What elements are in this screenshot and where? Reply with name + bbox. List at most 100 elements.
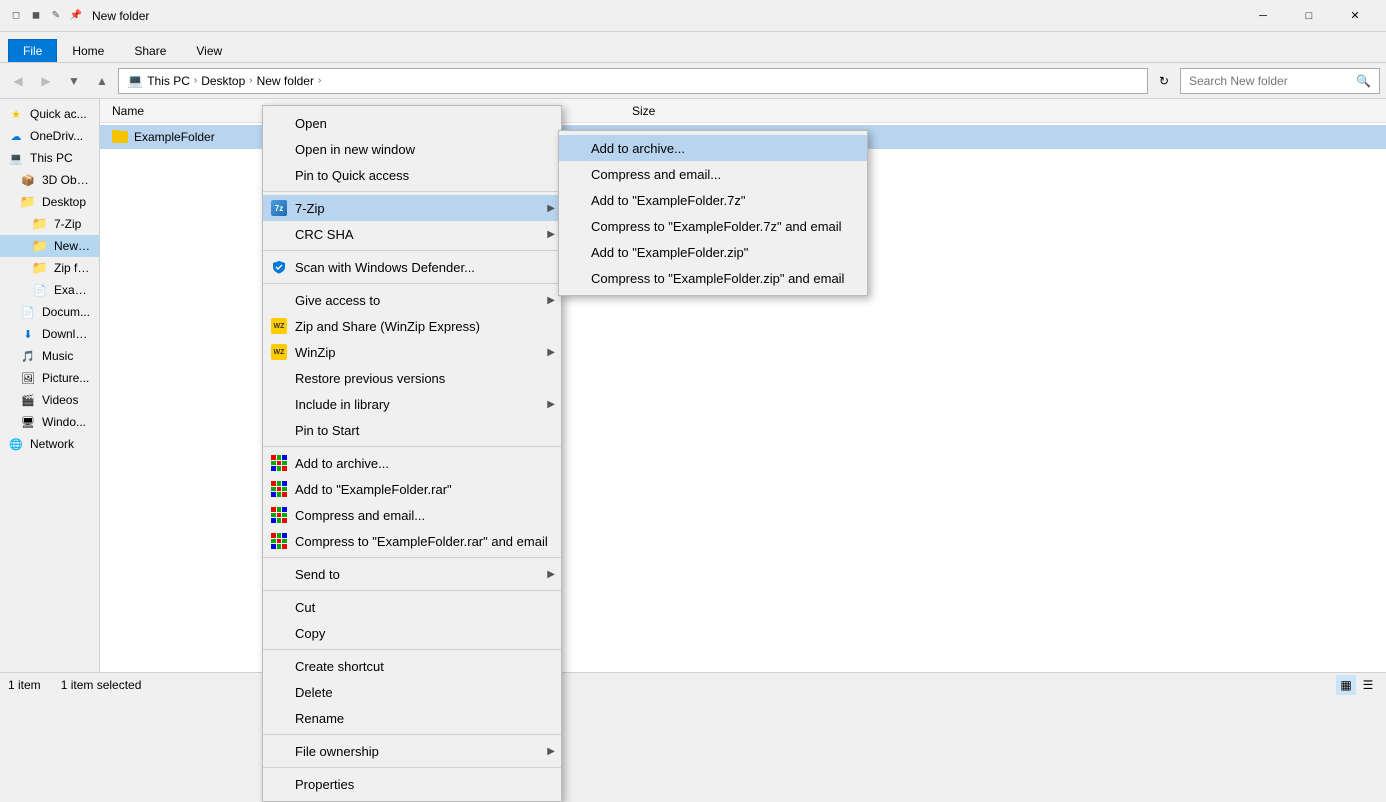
sidebar-item-quick-access[interactable]: ★ Quick ac...: [0, 103, 99, 125]
tab-home[interactable]: Home: [57, 39, 119, 62]
menu-item-add-to-rar[interactable]: Add to "ExampleFolder.rar": [263, 476, 561, 502]
submenu-item-add-zip[interactable]: Add to "ExampleFolder.zip": [559, 239, 867, 265]
maximize-button[interactable]: □: [1286, 0, 1332, 32]
menu-separator-2: [263, 250, 561, 251]
menu-item-compress-rar-email[interactable]: Compress to "ExampleFolder.rar" and emai…: [263, 528, 561, 554]
menu-item-create-shortcut[interactable]: Create shortcut: [263, 653, 561, 679]
menu-item-add-to-archive[interactable]: Add to archive...: [263, 450, 561, 476]
sidebar-item-documents[interactable]: 📄 Docum...: [0, 301, 99, 323]
sidebar-label-desktop: Desktop: [42, 195, 86, 209]
menu-label-properties: Properties: [295, 777, 541, 792]
path-sep-3: ›: [318, 75, 321, 86]
menu-label-file-ownership: File ownership: [295, 744, 541, 759]
sidebar-item-onedrive[interactable]: ☁ OneDriv...: [0, 125, 99, 147]
status-selected-count: 1 item selected: [61, 678, 142, 692]
sidebar-item-zip-folder[interactable]: 📁 Zip fo...: [0, 257, 99, 279]
submenu-item-add-7z[interactable]: Add to "ExampleFolder.7z": [559, 187, 867, 213]
menu-label-pin-quick-access: Pin to Quick access: [295, 168, 541, 183]
sub-add-7z-icon: [567, 192, 583, 208]
sidebar-item-windows[interactable]: 🖥 Windo...: [0, 411, 99, 433]
sidebar-item-new-folder[interactable]: 📁 New f...: [0, 235, 99, 257]
menu-item-delete[interactable]: Delete: [263, 679, 561, 705]
menu-item-rename[interactable]: Rename: [263, 705, 561, 731]
sidebar-label-music: Music: [42, 349, 73, 363]
menu-separator-9: [263, 767, 561, 768]
tab-share[interactable]: Share: [119, 39, 181, 62]
tab-view[interactable]: View: [181, 39, 237, 62]
menu-item-7zip[interactable]: 7z 7-Zip ▶: [263, 195, 561, 221]
menu-item-send-to[interactable]: Send to ▶: [263, 561, 561, 587]
sidebar-item-example[interactable]: 📄 Examp...: [0, 279, 99, 301]
view-details-button[interactable]: ▦: [1336, 675, 1356, 695]
back-button[interactable]: ◀: [6, 69, 30, 93]
menu-item-compress-email[interactable]: Compress and email...: [263, 502, 561, 528]
sidebar-item-3d-objects[interactable]: 📦 3D Obje...: [0, 169, 99, 191]
refresh-button[interactable]: ↻: [1152, 69, 1176, 93]
title-bar: ◻ ◼ ✎ 📌 New folder ─ □ ✕: [0, 0, 1386, 32]
sidebar-item-7zip[interactable]: 📁 7-Zip: [0, 213, 99, 235]
submenu-item-compress-zip-email[interactable]: Compress to "ExampleFolder.zip" and emai…: [559, 265, 867, 291]
downloads-icon: ⬇: [20, 326, 36, 342]
menu-label-compress-email: Compress and email...: [295, 508, 541, 523]
sidebar-item-pictures[interactable]: 🖼 Picture...: [0, 367, 99, 389]
path-new-folder[interactable]: New folder: [257, 74, 314, 88]
view-list-button[interactable]: ☰: [1358, 675, 1378, 695]
menu-item-open[interactable]: Open: [263, 110, 561, 136]
zip-folder-icon: 📁: [32, 260, 48, 276]
menu-item-open-new-window[interactable]: Open in new window: [263, 136, 561, 162]
forward-button[interactable]: ▶: [34, 69, 58, 93]
col-header-size[interactable]: Size: [624, 104, 704, 118]
address-path[interactable]: 💻 This PC › Desktop › New folder ›: [118, 68, 1148, 94]
recent-button[interactable]: ▼: [62, 69, 86, 93]
sidebar-item-desktop[interactable]: 📁 Desktop: [0, 191, 99, 213]
menu-item-file-ownership[interactable]: File ownership ▶: [263, 738, 561, 764]
3d-objects-icon: 📦: [20, 172, 36, 188]
delete-icon: [271, 684, 287, 700]
menu-item-pin-start[interactable]: Pin to Start: [263, 417, 561, 443]
window-title: New folder: [92, 9, 149, 23]
menu-item-include-library[interactable]: Include in library ▶: [263, 391, 561, 417]
search-input[interactable]: [1189, 74, 1352, 88]
minimize-button[interactable]: ─: [1240, 0, 1286, 32]
menu-separator-4: [263, 446, 561, 447]
sidebar-item-downloads[interactable]: ⬇ Downlo...: [0, 323, 99, 345]
menu-item-crc-sha[interactable]: CRC SHA ▶: [263, 221, 561, 247]
submenu-item-compress-email[interactable]: Compress and email...: [559, 161, 867, 187]
sidebar-label-zip-folder: Zip fo...: [54, 261, 91, 275]
music-icon: 🎵: [20, 348, 36, 364]
submenu-item-add-to-archive[interactable]: Add to archive...: [559, 135, 867, 161]
menu-item-zip-share[interactable]: WZ Zip and Share (WinZip Express): [263, 313, 561, 339]
path-this-pc[interactable]: This PC: [147, 74, 190, 88]
menu-label-restore-prev: Restore previous versions: [295, 371, 541, 386]
sidebar-item-network[interactable]: 🌐 Network: [0, 433, 99, 455]
sidebar-label-downloads: Downlo...: [42, 327, 91, 341]
menu-item-scan-defender[interactable]: Scan with Windows Defender...: [263, 254, 561, 280]
pin-start-icon: [271, 422, 287, 438]
tab-file[interactable]: File: [8, 39, 57, 62]
sidebar-label-7zip: 7-Zip: [54, 217, 81, 231]
menu-item-pin-quick-access[interactable]: Pin to Quick access: [263, 162, 561, 188]
sidebar-item-videos[interactable]: 🎬 Videos: [0, 389, 99, 411]
sidebar-label-pictures: Picture...: [42, 371, 89, 385]
sub-label-compress-email: Compress and email...: [591, 167, 847, 182]
path-computer-icon: 💻: [127, 73, 143, 89]
cut-icon: [271, 599, 287, 615]
menu-item-restore-prev[interactable]: Restore previous versions: [263, 365, 561, 391]
menu-item-cut[interactable]: Cut: [263, 594, 561, 620]
search-icon[interactable]: 🔍: [1356, 74, 1371, 88]
rename-icon: [271, 710, 287, 726]
search-box[interactable]: 🔍: [1180, 68, 1380, 94]
sidebar-item-music[interactable]: 🎵 Music: [0, 345, 99, 367]
menu-item-copy[interactable]: Copy: [263, 620, 561, 646]
menu-item-give-access[interactable]: Give access to ▶: [263, 287, 561, 313]
menu-item-properties[interactable]: Properties: [263, 771, 561, 797]
sidebar-item-this-pc[interactable]: 💻 This PC: [0, 147, 99, 169]
title-pin: 📌: [68, 8, 84, 24]
submenu-item-compress-7z-email[interactable]: Compress to "ExampleFolder.7z" and email: [559, 213, 867, 239]
chevron-icon-winzip: ▶: [547, 347, 555, 358]
menu-item-winzip[interactable]: WZ WinZip ▶: [263, 339, 561, 365]
close-button[interactable]: ✕: [1332, 0, 1378, 32]
path-desktop[interactable]: Desktop: [201, 74, 245, 88]
up-button[interactable]: ▲: [90, 69, 114, 93]
7zip-folder-icon: 📁: [32, 216, 48, 232]
